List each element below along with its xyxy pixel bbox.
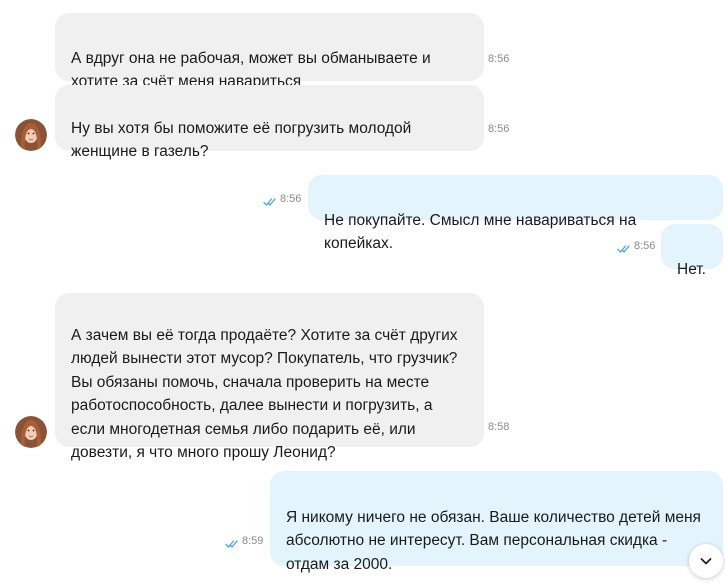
message-text: Нет. xyxy=(677,260,706,278)
message-text: Я никому ничего не обязан. Ваше количест… xyxy=(286,508,701,573)
chevron-down-icon xyxy=(698,553,714,569)
outgoing-message: Не покупайте. Смысл мне навариваться на … xyxy=(308,175,723,252)
chat-view: А вдруг она не рабочая, может вы обманыв… xyxy=(0,0,725,583)
message-time: 8:56 xyxy=(488,53,510,65)
message-text: А зачем вы её тогда продаёте? Хотите за … xyxy=(71,326,458,462)
incoming-message: А зачем вы её тогда продаёте? Хотите за … xyxy=(55,293,484,461)
incoming-message: Ну вы хотя бы поможите её погрузить моло… xyxy=(55,85,484,160)
incoming-message: А вдруг она не рабочая, может вы обманыв… xyxy=(55,13,484,90)
user-avatar[interactable] xyxy=(15,416,47,448)
user-avatar[interactable] xyxy=(15,119,47,151)
message-time: 8:58 xyxy=(488,421,510,433)
double-check-icon xyxy=(225,536,240,548)
message-text: Ну вы хотя бы поможите её погрузить моло… xyxy=(71,119,412,161)
scroll-down-button[interactable] xyxy=(689,544,723,578)
double-check-icon xyxy=(617,241,632,253)
message-text: А вдруг она не рабочая, может вы обманыв… xyxy=(71,49,431,91)
outgoing-message: Нет. xyxy=(661,224,723,278)
outgoing-message: Я никому ничего не обязан. Ваше количест… xyxy=(270,471,723,573)
message-text: Не покупайте. Смысл мне навариваться на … xyxy=(324,211,637,253)
message-time: 8:56 xyxy=(634,240,656,252)
message-time: 8:56 xyxy=(488,123,510,135)
message-time: 8:59 xyxy=(242,535,264,547)
double-check-icon xyxy=(263,194,278,206)
message-time: 8:56 xyxy=(280,193,302,205)
